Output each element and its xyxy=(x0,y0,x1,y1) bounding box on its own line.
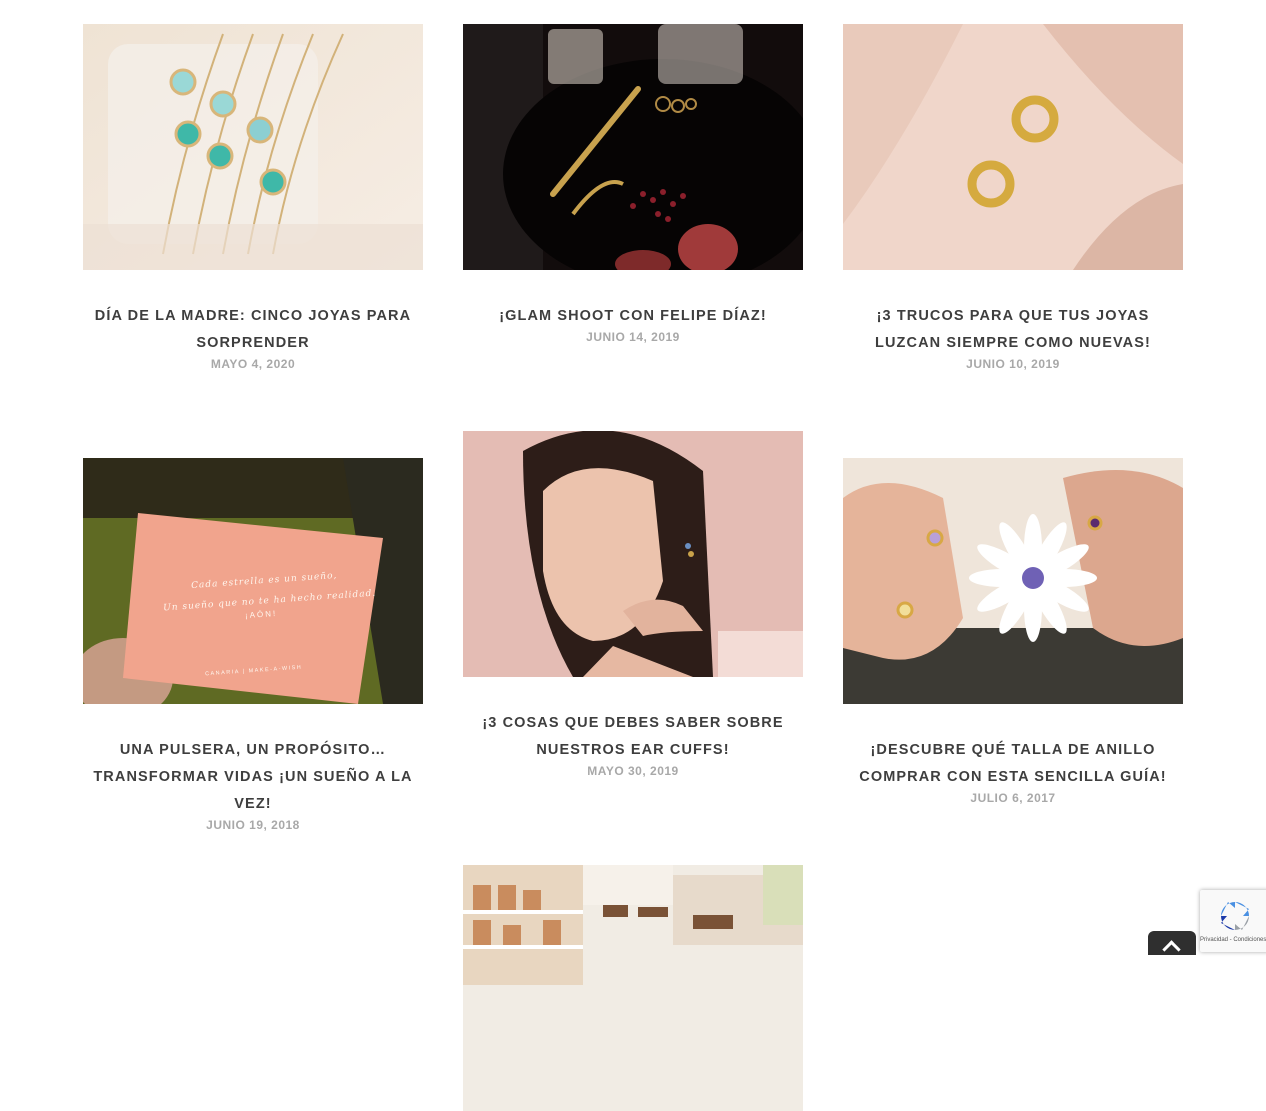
woman-portrait-image xyxy=(463,431,803,677)
post-thumbnail[interactable]: Cada estrella es un sueño, Un sueño que … xyxy=(83,458,423,704)
post-date: JULIO 6, 2017 xyxy=(970,791,1056,805)
post-thumbnail[interactable] xyxy=(463,24,803,270)
post-card-3-trucos[interactable]: ¡3 TRUCOS PARA QUE TUS JOYAS LUZCAN SIEM… xyxy=(843,24,1183,371)
hoop-earrings-image xyxy=(843,24,1183,270)
post-title[interactable]: DÍA DE LA MADRE: CINCO JOYAS PARA SORPRE… xyxy=(83,303,423,357)
post-thumbnail[interactable] xyxy=(83,24,423,270)
post-card-shop[interactable] xyxy=(463,865,803,1111)
post-date: JUNIO 14, 2019 xyxy=(586,330,680,344)
bracelets-image xyxy=(83,24,423,270)
dark-table-image xyxy=(463,24,803,270)
post-thumbnail[interactable] xyxy=(843,458,1183,704)
post-card-una-pulsera[interactable]: Cada estrella es un sueño, Un sueño que … xyxy=(83,458,423,832)
post-card-talla-anillo[interactable]: ¡DESCUBRE QUÉ TALLA DE ANILLO COMPRAR CO… xyxy=(843,458,1183,805)
recaptcha-badge[interactable]: Privacidad - Condiciones xyxy=(1200,890,1266,952)
post-title[interactable]: ¡3 COSAS QUE DEBES SABER SOBRE NUESTROS … xyxy=(463,710,803,764)
post-date: MAYO 4, 2020 xyxy=(210,357,296,371)
post-card-ear-cuffs[interactable]: ¡3 COSAS QUE DEBES SABER SOBRE NUESTROS … xyxy=(463,431,803,778)
post-date: JUNIO 19, 2018 xyxy=(206,818,300,832)
post-thumbnail[interactable] xyxy=(843,24,1183,270)
post-date: JUNIO 10, 2019 xyxy=(966,357,1060,371)
post-title[interactable]: ¡3 TRUCOS PARA QUE TUS JOYAS LUZCAN SIEM… xyxy=(843,303,1183,357)
chevron-up-icon xyxy=(1162,940,1181,959)
post-card-dia-de-la-madre[interactable]: DÍA DE LA MADRE: CINCO JOYAS PARA SORPRE… xyxy=(83,24,423,371)
shop-interior-image xyxy=(463,865,803,1111)
hands-daisy-image xyxy=(843,458,1183,704)
post-thumbnail[interactable] xyxy=(463,431,803,677)
scroll-to-top-button[interactable] xyxy=(1148,931,1196,959)
post-title[interactable]: ¡DESCUBRE QUÉ TALLA DE ANILLO COMPRAR CO… xyxy=(843,737,1183,791)
post-date: MAYO 30, 2019 xyxy=(587,764,679,778)
post-title[interactable]: UNA PULSERA, UN PROPÓSITO… TRANSFORMAR V… xyxy=(83,737,423,818)
recaptcha-icon xyxy=(1221,902,1249,930)
post-thumbnail[interactable] xyxy=(463,865,803,1111)
post-title[interactable]: ¡GLAM SHOOT CON FELIPE DÍAZ! xyxy=(463,303,803,330)
post-card-glam-shoot[interactable]: ¡GLAM SHOOT CON FELIPE DÍAZ! JUNIO 14, 2… xyxy=(463,24,803,344)
recaptcha-terms[interactable]: Privacidad - Condiciones xyxy=(1200,937,1266,943)
